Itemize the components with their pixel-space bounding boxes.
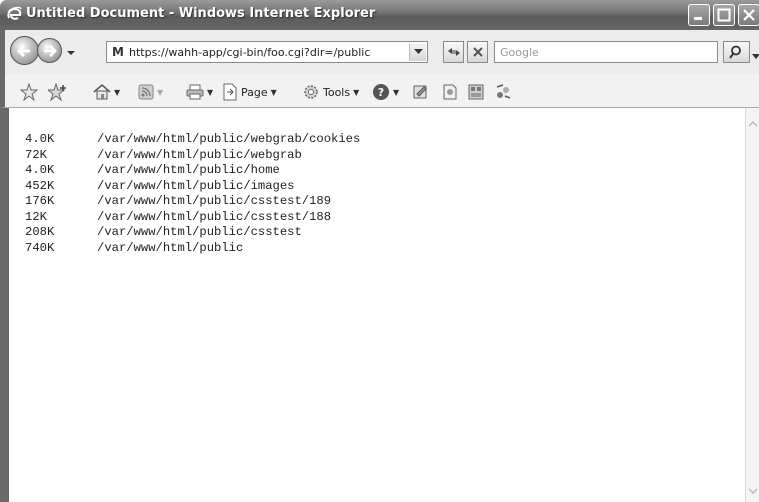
close-button[interactable] (738, 4, 759, 26)
add-favorites-button[interactable] (48, 82, 68, 102)
listing-row: 4.0K/var/www/html/public/home (25, 163, 360, 179)
scroll-down-icon[interactable] (748, 484, 758, 498)
dir-size: 176K (25, 194, 55, 208)
browser-window: Untitled Document - Windows Internet Exp… (0, 0, 759, 502)
search-button[interactable] (723, 41, 750, 63)
messenger-icon (443, 84, 457, 100)
print-dropdown-icon[interactable]: ▼ (207, 88, 213, 97)
blog-button[interactable] (467, 82, 485, 102)
address-url[interactable]: https://wahh-app/cgi-bin/foo.cgi?dir=/pu… (129, 46, 370, 59)
listing-row: 4.0K/var/www/html/public/webgrab/cookies (25, 132, 360, 148)
stop-icon (473, 47, 483, 57)
dir-path: /var/www/html/public/csstest (97, 225, 302, 239)
print-button[interactable]: ▼ (186, 82, 213, 102)
back-arrow-icon (16, 44, 30, 58)
search-icon (729, 45, 741, 59)
dir-size: 740K (25, 240, 55, 255)
back-button[interactable] (10, 36, 39, 65)
page-menu-button[interactable]: Page ▼ (222, 82, 277, 102)
printer-icon (186, 84, 204, 100)
page-icon (223, 83, 237, 101)
research-button[interactable] (412, 82, 430, 102)
home-button[interactable]: ▼ (93, 82, 120, 102)
page-menu-label: Page (241, 85, 268, 99)
listing-row: 72K/var/www/html/public/webgrab (25, 148, 360, 164)
wiki-icon (496, 84, 511, 99)
add-favorite-star-icon (48, 83, 66, 101)
page-dropdown-icon: ▼ (270, 87, 277, 97)
feeds-button[interactable]: ▼ (138, 82, 163, 102)
research-icon (413, 85, 427, 99)
dir-path: /var/www/html/public/images (97, 178, 295, 193)
page-favicon-icon: M (112, 45, 124, 59)
window-left-border (0, 108, 9, 502)
dir-size: 4.0K (25, 163, 55, 177)
search-field[interactable]: Google (494, 41, 718, 63)
tools-dropdown-icon: ▼ (353, 87, 360, 97)
home-dropdown-icon[interactable]: ▼ (114, 88, 120, 97)
dir-path: /var/www/html/public/webgrab/cookies (97, 132, 361, 146)
dir-path: /var/www/html/public/csstest/188 (97, 209, 332, 224)
refresh-icon (448, 48, 460, 56)
rss-feed-icon (138, 84, 154, 100)
blog-icon (468, 84, 484, 100)
ie-logo-icon (6, 6, 23, 23)
dir-size: 208K (25, 225, 55, 239)
help-icon: ? (373, 84, 389, 100)
search-placeholder: Google (500, 46, 539, 59)
help-button[interactable]: ? ▼ (372, 82, 399, 102)
forward-button[interactable] (37, 38, 62, 63)
help-dropdown-icon[interactable]: ▼ (393, 88, 399, 97)
svg-text:?: ? (378, 86, 384, 99)
favorites-star-icon (20, 83, 38, 101)
home-icon (93, 84, 111, 100)
address-field[interactable]: M https://wahh-app/cgi-bin/foo.cgi?dir=/… (106, 41, 428, 63)
minimize-button[interactable] (688, 4, 710, 26)
dir-path: /var/www/html/public (97, 240, 244, 255)
address-dropdown-button[interactable] (409, 43, 426, 61)
page-content: 4.0K/var/www/html/public/webgrab/cookies… (9, 108, 745, 502)
dir-path: /var/www/html/public/csstest/189 (97, 194, 332, 208)
refresh-button[interactable] (443, 41, 464, 63)
scroll-up-icon[interactable] (748, 116, 758, 130)
dir-size: 72K (25, 147, 47, 162)
feeds-dropdown-icon[interactable]: ▼ (157, 88, 163, 97)
tools-menu-label: Tools (323, 85, 351, 99)
maximize-button[interactable] (713, 4, 735, 26)
dir-path: /var/www/html/public/home (97, 163, 280, 177)
messenger-button[interactable] (441, 82, 459, 102)
listing-row: 208K/var/www/html/public/csstest (25, 225, 360, 241)
tools-gear-icon (304, 85, 318, 99)
dir-size: 452K (25, 178, 55, 193)
wiki-button[interactable] (494, 82, 512, 102)
listing-row: 740K/var/www/html/public (25, 241, 360, 257)
window-title: Untitled Document - Windows Internet Exp… (26, 6, 376, 21)
listing-row: 176K/var/www/html/public/csstest/189 (25, 194, 360, 210)
search-options-dropdown[interactable] (752, 49, 759, 63)
dir-size: 12K (25, 209, 47, 224)
listing-row: 452K/var/www/html/public/images (25, 179, 360, 195)
recent-pages-dropdown[interactable] (66, 46, 76, 60)
listing-row: 12K/var/www/html/public/csstest/188 (25, 210, 360, 226)
dir-path: /var/www/html/public/webgrab (97, 147, 302, 162)
title-bar[interactable]: Untitled Document - Windows Internet Exp… (0, 0, 759, 30)
tools-menu-button[interactable]: Tools ▼ (302, 82, 359, 102)
vertical-scrollbar[interactable] (745, 108, 759, 502)
dir-size: 4.0K (25, 132, 55, 146)
favorites-center-button[interactable] (20, 82, 38, 102)
forward-arrow-icon (44, 45, 57, 57)
directory-listing: 4.0K/var/www/html/public/webgrab/cookies… (25, 132, 360, 256)
stop-button[interactable] (467, 41, 488, 63)
